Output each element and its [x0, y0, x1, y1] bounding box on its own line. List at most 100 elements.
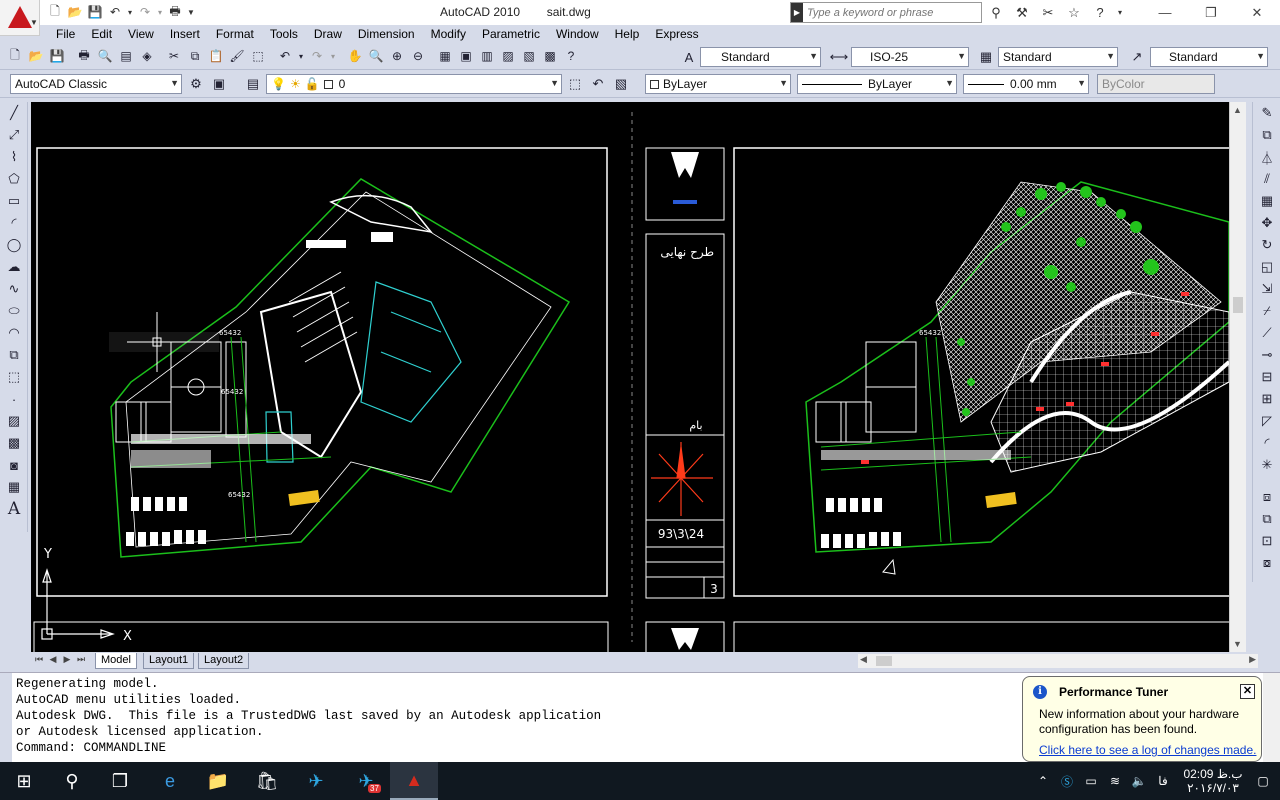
search-collapse-icon[interactable]: ▶ [791, 3, 803, 22]
pan-icon[interactable]: ✋ [346, 47, 364, 65]
line-icon[interactable]: ╱ [2, 102, 26, 124]
redo-list-icon[interactable]: ▾ [329, 47, 337, 65]
clock[interactable]: 02:09 ب.ظ ۲۰۱۶/۷/۰۳ [1178, 767, 1248, 795]
undo-icon[interactable]: ↶ [276, 47, 294, 65]
polygon-icon[interactable]: ⬠ [2, 168, 26, 190]
vertical-scroll-thumb[interactable] [1233, 297, 1243, 313]
binoculars-icon[interactable]: ⚲ [986, 3, 1006, 22]
workspace-combo[interactable]: AutoCAD Classic ▼ [10, 74, 182, 94]
plot-icon[interactable]: 🖶 [75, 47, 93, 65]
cut-icon[interactable]: ✂ [165, 47, 183, 65]
menu-tools[interactable]: Tools [262, 25, 306, 44]
zoom-window-icon[interactable]: ⊕ [388, 47, 406, 65]
save-icon[interactable]: 💾 [86, 3, 104, 21]
hatch-icon[interactable]: ▨ [2, 410, 26, 432]
block-editor-icon[interactable]: ⬚ [249, 47, 267, 65]
array-icon[interactable]: ▦ [1255, 190, 1279, 212]
fillet-icon[interactable]: ◜ [1255, 432, 1279, 454]
search-icon[interactable]: ⚲ [48, 762, 96, 800]
balloon-log-link[interactable]: Click here to see a log of changes made. [1039, 743, 1256, 757]
explode-icon[interactable]: ✳ [1255, 454, 1279, 476]
store-icon[interactable]: 🛍 [243, 762, 291, 800]
table-style-combo[interactable]: Standard ▼ [998, 47, 1118, 67]
scroll-down-icon[interactable]: ▼ [1233, 639, 1242, 649]
menu-help[interactable]: Help [607, 25, 648, 44]
input-language-indicator[interactable]: فا [1154, 774, 1172, 788]
first-tab-icon[interactable]: ⏮ [33, 654, 45, 665]
scroll-up-icon[interactable]: ▲ [1233, 105, 1242, 115]
insert-block-icon[interactable]: ⧉ [2, 344, 26, 366]
layer-states-icon[interactable]: ▧ [611, 74, 631, 94]
dim-style-icon[interactable]: ⟷ [829, 47, 849, 67]
command-scrollbar[interactable] [1263, 673, 1280, 768]
telegram-icon[interactable]: ✈ [292, 762, 340, 800]
gradient-icon[interactable]: ▩ [2, 432, 26, 454]
offset-icon[interactable]: ⫽ [1255, 168, 1279, 190]
layer-combo[interactable]: 💡 ☀ 🔓 0 ▼ [266, 74, 562, 94]
menu-insert[interactable]: Insert [162, 25, 208, 44]
wifi-icon[interactable]: ≋ [1106, 774, 1124, 788]
redo-icon[interactable]: ↷ [308, 47, 326, 65]
skype-icon[interactable]: Ⓢ [1058, 773, 1076, 790]
construction-line-icon[interactable]: ⤢ [2, 124, 26, 146]
tray-chevron-up-icon[interactable]: ⌃ [1034, 774, 1052, 788]
redo-icon[interactable]: ↷ [136, 3, 154, 21]
spline-icon[interactable]: ∿ [2, 278, 26, 300]
break-icon[interactable]: ⊟ [1255, 366, 1279, 388]
table-style-icon[interactable]: ▦ [976, 47, 996, 67]
region-icon[interactable]: ◙ [2, 454, 26, 476]
battery-icon[interactable]: ▭ [1082, 774, 1100, 788]
menu-edit[interactable]: Edit [83, 25, 120, 44]
restore-icon[interactable]: ❐ [1188, 0, 1234, 25]
last-tab-icon[interactable]: ⏭ [75, 654, 87, 665]
move-icon[interactable]: ✥ [1255, 212, 1279, 234]
close-icon[interactable]: ✕ [1234, 0, 1280, 25]
polyline-icon[interactable]: ⌇ [2, 146, 26, 168]
tool-palettes-icon[interactable]: ▥ [478, 47, 496, 65]
bring-above-icon[interactable]: ⧇ [1255, 552, 1279, 574]
next-tab-icon[interactable]: ▶ [61, 654, 73, 665]
save-icon[interactable]: 💾 [48, 47, 66, 65]
bring-front-icon[interactable]: ⧉ [1255, 508, 1279, 530]
task-view-icon[interactable]: ❐ [96, 762, 144, 800]
telegram-2-icon[interactable]: ✈ 37 [342, 762, 390, 800]
circle-icon[interactable]: ◯ [2, 234, 26, 256]
volume-icon[interactable]: 🔈 [1130, 774, 1148, 788]
mleader-style-combo[interactable]: Standard ▼ [1150, 47, 1268, 67]
dim-style-combo[interactable]: ISO-25 ▼ [851, 47, 969, 67]
quickcalc-icon[interactable]: ▩ [541, 47, 559, 65]
sheet-set-icon[interactable]: ▨ [499, 47, 517, 65]
plot-preview-icon[interactable]: 🔍 [96, 47, 114, 65]
help-dropdown-icon[interactable]: ▾ [1116, 3, 1124, 22]
linetype-combo[interactable]: ByLayer ▼ [797, 74, 957, 94]
subscription-icon[interactable]: ⚒ [1012, 3, 1032, 22]
new-file-icon[interactable]: 🗋 [46, 3, 64, 21]
undo-dropdown-icon[interactable]: ▾ [126, 3, 134, 21]
match-properties-icon[interactable]: 🖌 [228, 47, 246, 65]
communication-center-icon[interactable]: ✂ [1038, 3, 1058, 22]
menu-format[interactable]: Format [208, 25, 262, 44]
redo-dropdown-icon[interactable]: ▾ [156, 3, 164, 21]
design-center-icon[interactable]: ▣ [457, 47, 475, 65]
prev-tab-icon[interactable]: ◀ [47, 654, 59, 665]
start-windows-icon[interactable]: ⊞ [0, 762, 48, 800]
erase-icon[interactable]: ✎ [1255, 102, 1279, 124]
horizontal-scroll-thumb[interactable] [876, 656, 892, 666]
layer-properties-icon[interactable]: ▤ [243, 74, 263, 94]
make-block-icon[interactable]: ⬚ [2, 366, 26, 388]
menu-dimension[interactable]: Dimension [350, 25, 423, 44]
scroll-right-icon[interactable]: ▶ [1249, 654, 1256, 665]
trim-icon[interactable]: ⌿ [1255, 300, 1279, 322]
multiline-text-icon[interactable]: A [2, 498, 26, 520]
ellipse-arc-icon[interactable]: ◠ [2, 322, 26, 344]
ellipse-icon[interactable]: ⬭ [2, 300, 26, 322]
color-combo[interactable]: ByLayer ▼ [645, 74, 791, 94]
rotate-icon[interactable]: ↻ [1255, 234, 1279, 256]
workspace-settings-gear-icon[interactable]: ⚙ [186, 74, 206, 94]
command-window-grip[interactable] [0, 673, 12, 768]
revision-cloud-icon[interactable]: ☁ [2, 256, 26, 278]
menu-draw[interactable]: Draw [306, 25, 350, 44]
file-explorer-icon[interactable]: 📁 [194, 762, 242, 800]
join-icon[interactable]: ⊞ [1255, 388, 1279, 410]
plot-icon[interactable]: 🖶 [166, 3, 184, 21]
